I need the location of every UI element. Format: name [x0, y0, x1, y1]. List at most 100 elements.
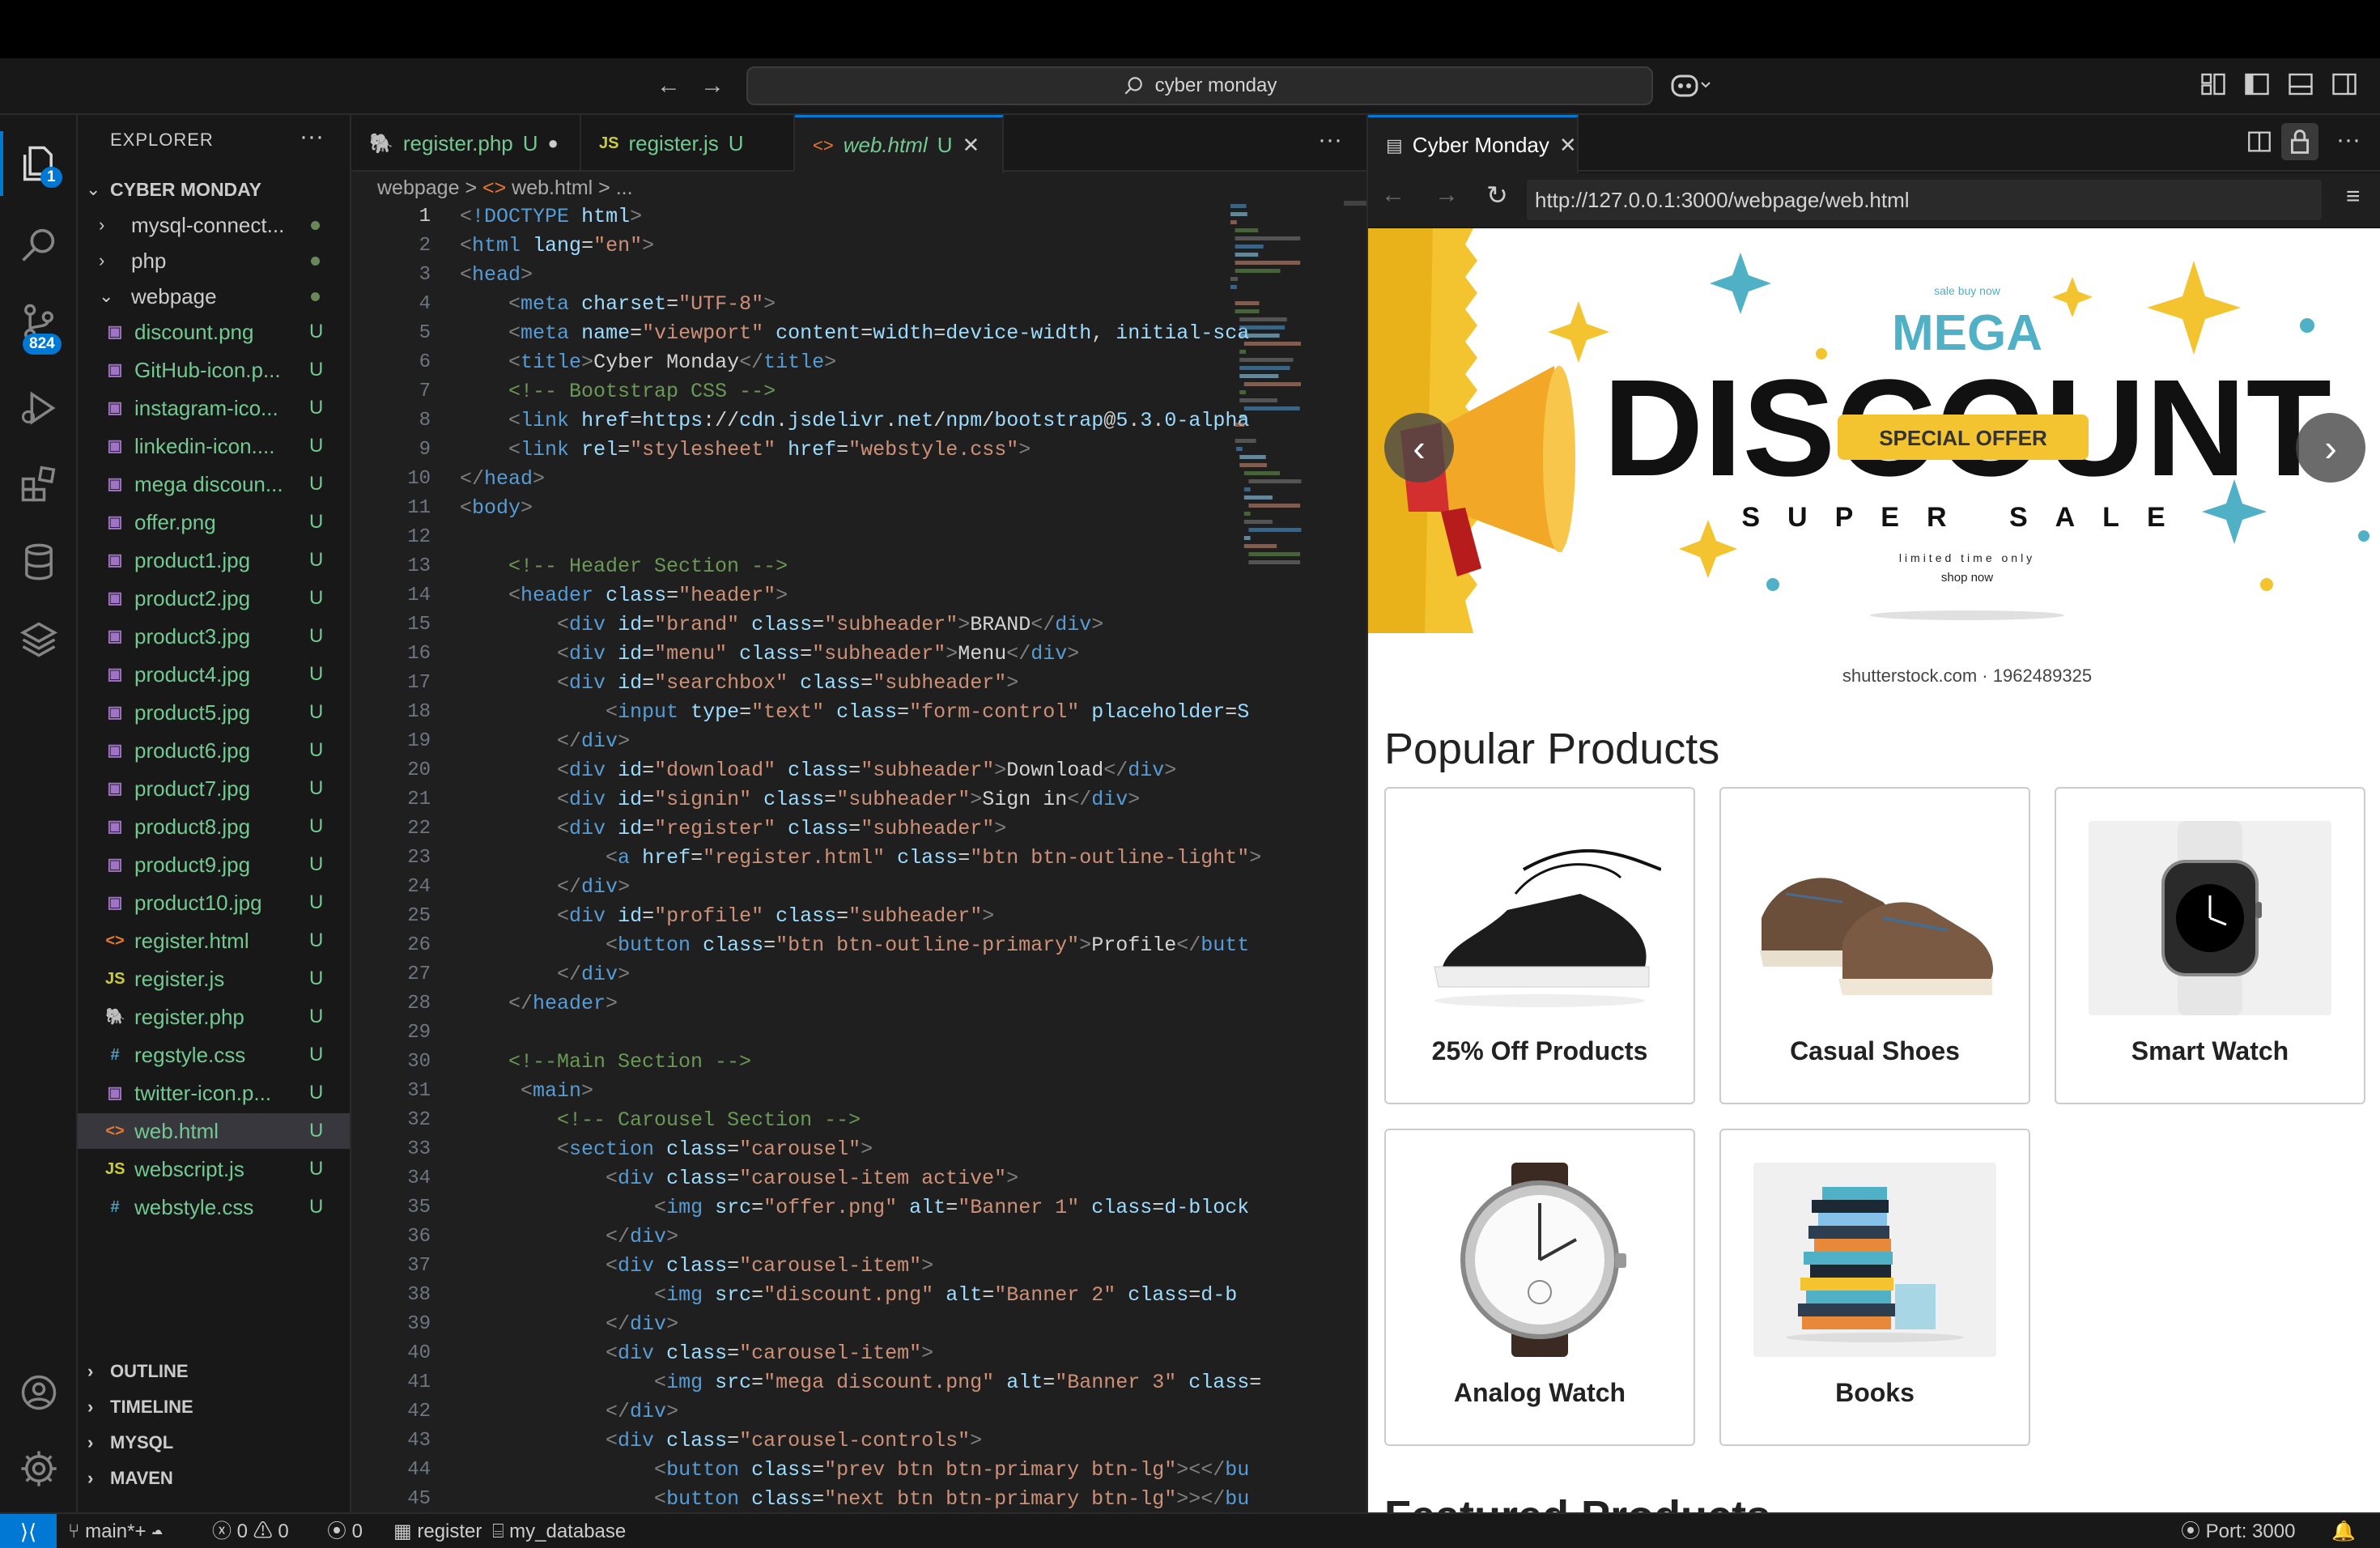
- file-tree-item[interactable]: ▣ linkedin-icon.... U: [78, 428, 350, 464]
- file-tree-item[interactable]: ▣ offer.png U: [78, 504, 350, 540]
- line-number: 16: [407, 643, 431, 665]
- layers-icon[interactable]: [0, 601, 78, 678]
- code-line: <!DOCTYPE html>: [460, 205, 643, 228]
- file-label: product6.jpg: [134, 738, 251, 763]
- file-tree-item[interactable]: # regstyle.css U: [78, 1037, 350, 1073]
- file-tree-item[interactable]: ▣ product3.jpg U: [78, 619, 350, 654]
- code-area[interactable]: <!DOCTYPE html> <html lang="en"> <head> <m…: [460, 202, 1269, 1514]
- tab-web-html[interactable]: <> web.html U ✕: [795, 115, 1004, 173]
- editor-more-icon[interactable]: ···: [1318, 126, 1342, 154]
- reload-icon[interactable]: ↻: [1486, 180, 1508, 211]
- run-debug-icon[interactable]: [0, 369, 78, 447]
- ports-indicator[interactable]: ⦿ 0: [327, 1514, 363, 1548]
- explorer-icon[interactable]: 1: [0, 125, 78, 202]
- file-label: product3.jpg: [134, 624, 251, 649]
- file-tree-item[interactable]: JS webscript.js U: [78, 1151, 350, 1187]
- tab-cyber-monday[interactable]: ▤ Cyber Monday ✕: [1368, 115, 1579, 173]
- file-tree-item[interactable]: ▣ instagram-ico... U: [78, 390, 350, 426]
- extensions-icon[interactable]: [0, 445, 78, 523]
- file-tree-item[interactable]: # webstyle.css U: [78, 1189, 350, 1225]
- breadcrumb-folder[interactable]: webpage: [377, 176, 459, 199]
- file-tree-item[interactable]: ▣ product2.jpg U: [78, 580, 350, 616]
- file-tree-item[interactable]: ▣ product5.jpg U: [78, 695, 350, 730]
- remote-icon[interactable]: ⟩⟨: [0, 1514, 57, 1548]
- database-icon[interactable]: [0, 523, 78, 601]
- toggle-secondary-sidebar-icon[interactable]: [2330, 70, 2362, 102]
- close-icon[interactable]: ✕: [1559, 133, 1577, 158]
- file-tree-item[interactable]: ▣ mega discoun... U: [78, 466, 350, 502]
- minimap-line: [1235, 261, 1301, 265]
- carousel-next-button[interactable]: ›: [2296, 413, 2365, 483]
- maven-section[interactable]: › MAVEN: [78, 1461, 350, 1496]
- toggle-primary-sidebar-icon[interactable]: [2242, 70, 2275, 102]
- command-center-search[interactable]: cyber monday: [746, 66, 1653, 105]
- folder-label: webpage: [131, 284, 217, 308]
- file-label: product10.jpg: [134, 891, 262, 915]
- product-card[interactable]: 25% Off Products: [1384, 787, 1695, 1104]
- file-tree-item[interactable]: ▣ product7.jpg U: [78, 771, 350, 806]
- minimap-line: [1239, 358, 1294, 362]
- file-tree-item[interactable]: ▣ product1.jpg U: [78, 542, 350, 578]
- outline-section[interactable]: › OUTLINE: [78, 1354, 350, 1389]
- source-control-icon[interactable]: 824: [0, 283, 78, 361]
- settings-gear-icon[interactable]: [0, 1430, 78, 1508]
- accounts-icon[interactable]: [0, 1354, 78, 1431]
- close-icon[interactable]: ✕: [963, 133, 980, 158]
- error-icon: ⓧ: [212, 1520, 232, 1542]
- file-tree-item[interactable]: ▣ product10.jpg U: [78, 885, 350, 921]
- url-input[interactable]: http://127.0.0.1:3000/webpage/web.html: [1527, 180, 2322, 220]
- menu-icon[interactable]: ≡: [2346, 183, 2361, 211]
- product-card[interactable]: Smart Watch: [2055, 787, 2365, 1104]
- toggle-panel-icon[interactable]: [2286, 70, 2318, 102]
- breadcrumb-symbols[interactable]: > ...: [598, 176, 632, 199]
- file-tree-item[interactable]: JS register.js U: [78, 961, 350, 997]
- back-arrow-icon[interactable]: ←: [652, 68, 685, 104]
- customize-layout-icon[interactable]: [2199, 70, 2231, 102]
- file-label: web.html: [134, 1119, 219, 1143]
- product-card[interactable]: Casual Shoes: [1719, 787, 2030, 1104]
- tab-register-js[interactable]: JS register.js U: [581, 115, 795, 172]
- breadcrumb-file[interactable]: web.html: [512, 176, 593, 199]
- git-status: U: [309, 739, 324, 761]
- line-number: 21: [407, 789, 431, 810]
- split-editor-icon[interactable]: [2246, 128, 2273, 159]
- dirty-dot-icon[interactable]: ●: [548, 133, 559, 154]
- timeline-section[interactable]: › TIMELINE: [78, 1389, 350, 1425]
- product-card[interactable]: Books: [1719, 1129, 2030, 1446]
- explorer-more-icon[interactable]: ···: [300, 123, 324, 151]
- notifications-bell-icon[interactable]: 🔔: [2331, 1514, 2356, 1548]
- scrollbar-thumb[interactable]: [1344, 201, 1366, 206]
- folder-webpage[interactable]: ⌄ webpage: [78, 279, 350, 314]
- db-connection-indicator[interactable]: ▦ register ⌸ my_database: [393, 1514, 626, 1548]
- preview-more-icon[interactable]: ···: [2336, 126, 2361, 154]
- copilot-icon[interactable]: [1669, 70, 1711, 102]
- product-card[interactable]: Analog Watch: [1384, 1129, 1695, 1446]
- file-tree-item[interactable]: ▣ product8.jpg U: [78, 809, 350, 844]
- forward-arrow-icon[interactable]: →: [696, 68, 729, 104]
- workspace-root[interactable]: ⌄ CYBER MONDAY: [78, 172, 350, 207]
- file-label: product2.jpg: [134, 586, 251, 610]
- minimap-line: [1243, 512, 1251, 516]
- lock-icon[interactable]: [2281, 123, 2318, 160]
- file-tree-item[interactable]: ▣ product6.jpg U: [78, 733, 350, 768]
- folder-php[interactable]: › php: [78, 243, 350, 279]
- port-indicator[interactable]: ⦿ Port: 3000: [2181, 1514, 2295, 1548]
- file-tree-item[interactable]: 🐘 register.php U: [78, 999, 350, 1035]
- forward-arrow-icon[interactable]: →: [1434, 181, 1459, 209]
- file-tree-item[interactable]: <> web.html U: [78, 1113, 350, 1149]
- folder-mysql-connector[interactable]: › mysql-connect...: [78, 207, 350, 243]
- mysql-section[interactable]: › MYSQL: [78, 1425, 350, 1461]
- file-tree-item[interactable]: ▣ discount.png U: [78, 314, 350, 350]
- file-tree-item[interactable]: ▣ GitHub-icon.p... U: [78, 352, 350, 388]
- problems-indicator[interactable]: ⓧ 0 ⚠ 0: [212, 1514, 289, 1548]
- file-tree-item[interactable]: ▣ product4.jpg U: [78, 657, 350, 692]
- carousel-prev-button[interactable]: ‹: [1384, 413, 1454, 483]
- tab-register-php[interactable]: 🐘 register.php U ●: [351, 115, 581, 172]
- file-tree-item[interactable]: ▣ twitter-icon.p... U: [78, 1075, 350, 1111]
- back-arrow-icon[interactable]: ←: [1381, 181, 1405, 209]
- search-icon[interactable]: [0, 206, 78, 283]
- branch-indicator[interactable]: ⑂ main*+ ☁: [68, 1514, 164, 1548]
- minimap[interactable]: [1226, 201, 1355, 622]
- file-tree-item[interactable]: ▣ product9.jpg U: [78, 847, 350, 882]
- file-tree-item[interactable]: <> register.html U: [78, 923, 350, 959]
